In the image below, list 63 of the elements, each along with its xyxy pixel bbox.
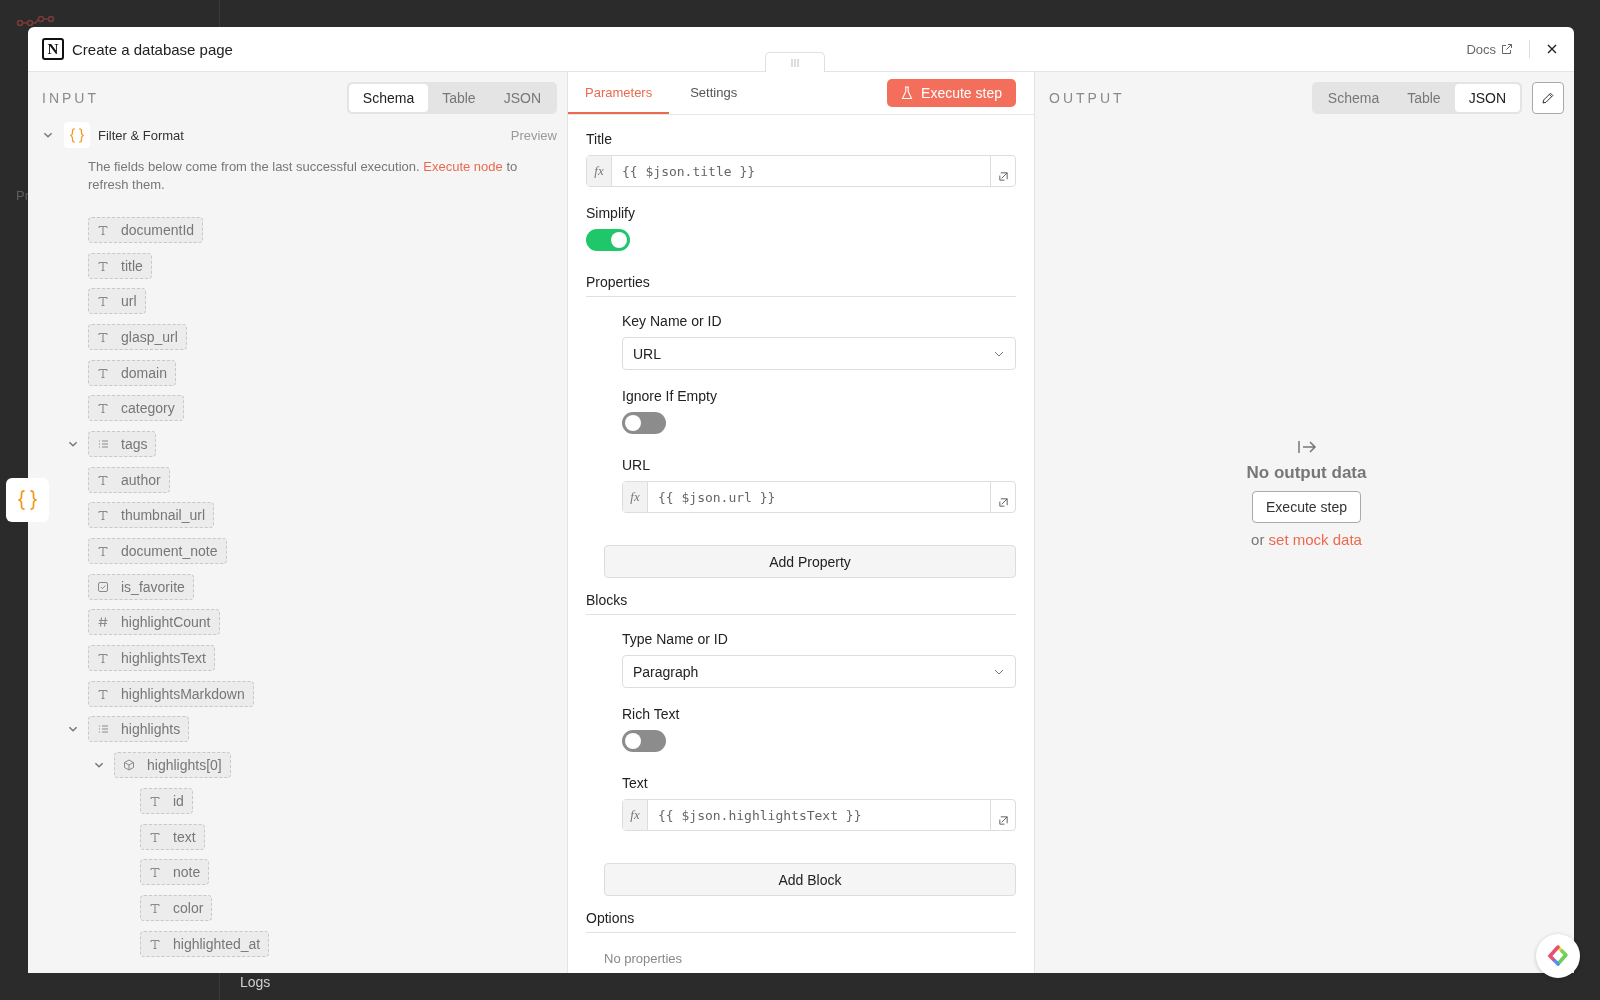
field-label: URL bbox=[622, 457, 650, 473]
field-pill[interactable]: is_favorite bbox=[88, 573, 194, 600]
view-tab[interactable]: Schema bbox=[1313, 84, 1394, 112]
panel-tab[interactable]: Parameters bbox=[568, 72, 670, 114]
field-label: Rich Text bbox=[622, 706, 680, 722]
dropdown-field[interactable]: URL bbox=[622, 337, 1016, 370]
expression-field[interactable]: fx {{ $json.highlightsText }} bbox=[622, 799, 1016, 831]
expression-field[interactable]: fx {{ $json.url }} bbox=[622, 481, 1016, 513]
docs-link[interactable]: Docs bbox=[1466, 41, 1513, 57]
section-heading: Properties bbox=[586, 274, 1016, 297]
execute-node-link[interactable]: Execute node bbox=[423, 159, 503, 174]
execute-step-button[interactable]: Execute step bbox=[887, 79, 1016, 107]
view-tab[interactable]: Schema bbox=[348, 84, 429, 112]
empty-title: No output data bbox=[1246, 463, 1367, 483]
field-pill[interactable]: highlights bbox=[88, 716, 190, 743]
field-pill[interactable]: author bbox=[88, 466, 170, 493]
panel-heading: OUTPUT bbox=[1049, 90, 1125, 106]
add-button[interactable]: Add Property bbox=[604, 545, 1016, 578]
field-pill[interactable]: id bbox=[140, 787, 193, 814]
field-label: Key Name or ID bbox=[622, 313, 722, 329]
field-pill[interactable]: documentId bbox=[88, 216, 204, 243]
dropdown-field[interactable]: Paragraph bbox=[622, 655, 1016, 688]
view-tab[interactable]: Table bbox=[428, 84, 490, 112]
field-label: Type Name or ID bbox=[622, 631, 728, 647]
add-button[interactable]: Add Block bbox=[604, 863, 1016, 896]
field-pill[interactable]: text bbox=[140, 823, 205, 850]
field-pill[interactable]: title bbox=[88, 252, 152, 279]
field-pill[interactable]: note bbox=[140, 859, 210, 886]
node-name: Filter & Format bbox=[98, 127, 184, 143]
section-heading: Blocks bbox=[586, 592, 1016, 615]
field-pill[interactable]: highlightsText bbox=[88, 645, 215, 672]
panel-heading: INPUT bbox=[42, 90, 99, 106]
field-pill[interactable]: thumbnail_url bbox=[88, 502, 215, 529]
set-mock-data-link[interactable]: set mock data bbox=[1268, 531, 1362, 548]
or-text: or bbox=[1251, 531, 1265, 548]
empty-text: No properties bbox=[603, 951, 683, 966]
preview-label: Preview bbox=[510, 127, 557, 143]
field-pill[interactable]: highlightCount bbox=[88, 609, 220, 636]
field-pill[interactable]: domain bbox=[88, 359, 176, 386]
panel-tab[interactable]: Settings bbox=[673, 72, 755, 114]
notice-text: The fields below come from the last successful execution. Execute node to refresh them. bbox=[88, 158, 519, 194]
field-pill[interactable]: highlights[0] bbox=[114, 752, 231, 779]
field-pill[interactable]: glasp_url bbox=[88, 323, 187, 350]
view-tab[interactable]: JSON bbox=[489, 84, 555, 112]
execute-step-button[interactable]: Execute step bbox=[1252, 491, 1361, 523]
view-tab[interactable]: JSON bbox=[1454, 84, 1520, 112]
field-pill[interactable]: category bbox=[88, 395, 184, 422]
window-title: Create a database page bbox=[72, 40, 233, 58]
view-tab[interactable]: Table bbox=[1393, 84, 1455, 112]
logo-icon: N bbox=[42, 38, 64, 60]
field-pill[interactable]: document_note bbox=[88, 538, 227, 565]
field-label: Ignore If Empty bbox=[622, 388, 717, 404]
field-pill[interactable]: tags bbox=[88, 430, 157, 457]
field-label: Simplify bbox=[586, 205, 635, 221]
field-label: Text bbox=[622, 775, 648, 791]
field-pill[interactable]: color bbox=[140, 894, 213, 921]
logs-tab[interactable]: Logs bbox=[240, 974, 271, 990]
section-heading: Options bbox=[586, 910, 1016, 933]
field-pill[interactable]: highlightsMarkdown bbox=[88, 680, 254, 707]
field-pill[interactable]: highlighted_at bbox=[140, 930, 270, 957]
field-pill[interactable]: url bbox=[88, 288, 146, 315]
expression-field[interactable]: fx {{ $json.title }} bbox=[586, 155, 1016, 187]
field-label: Title bbox=[586, 131, 612, 147]
